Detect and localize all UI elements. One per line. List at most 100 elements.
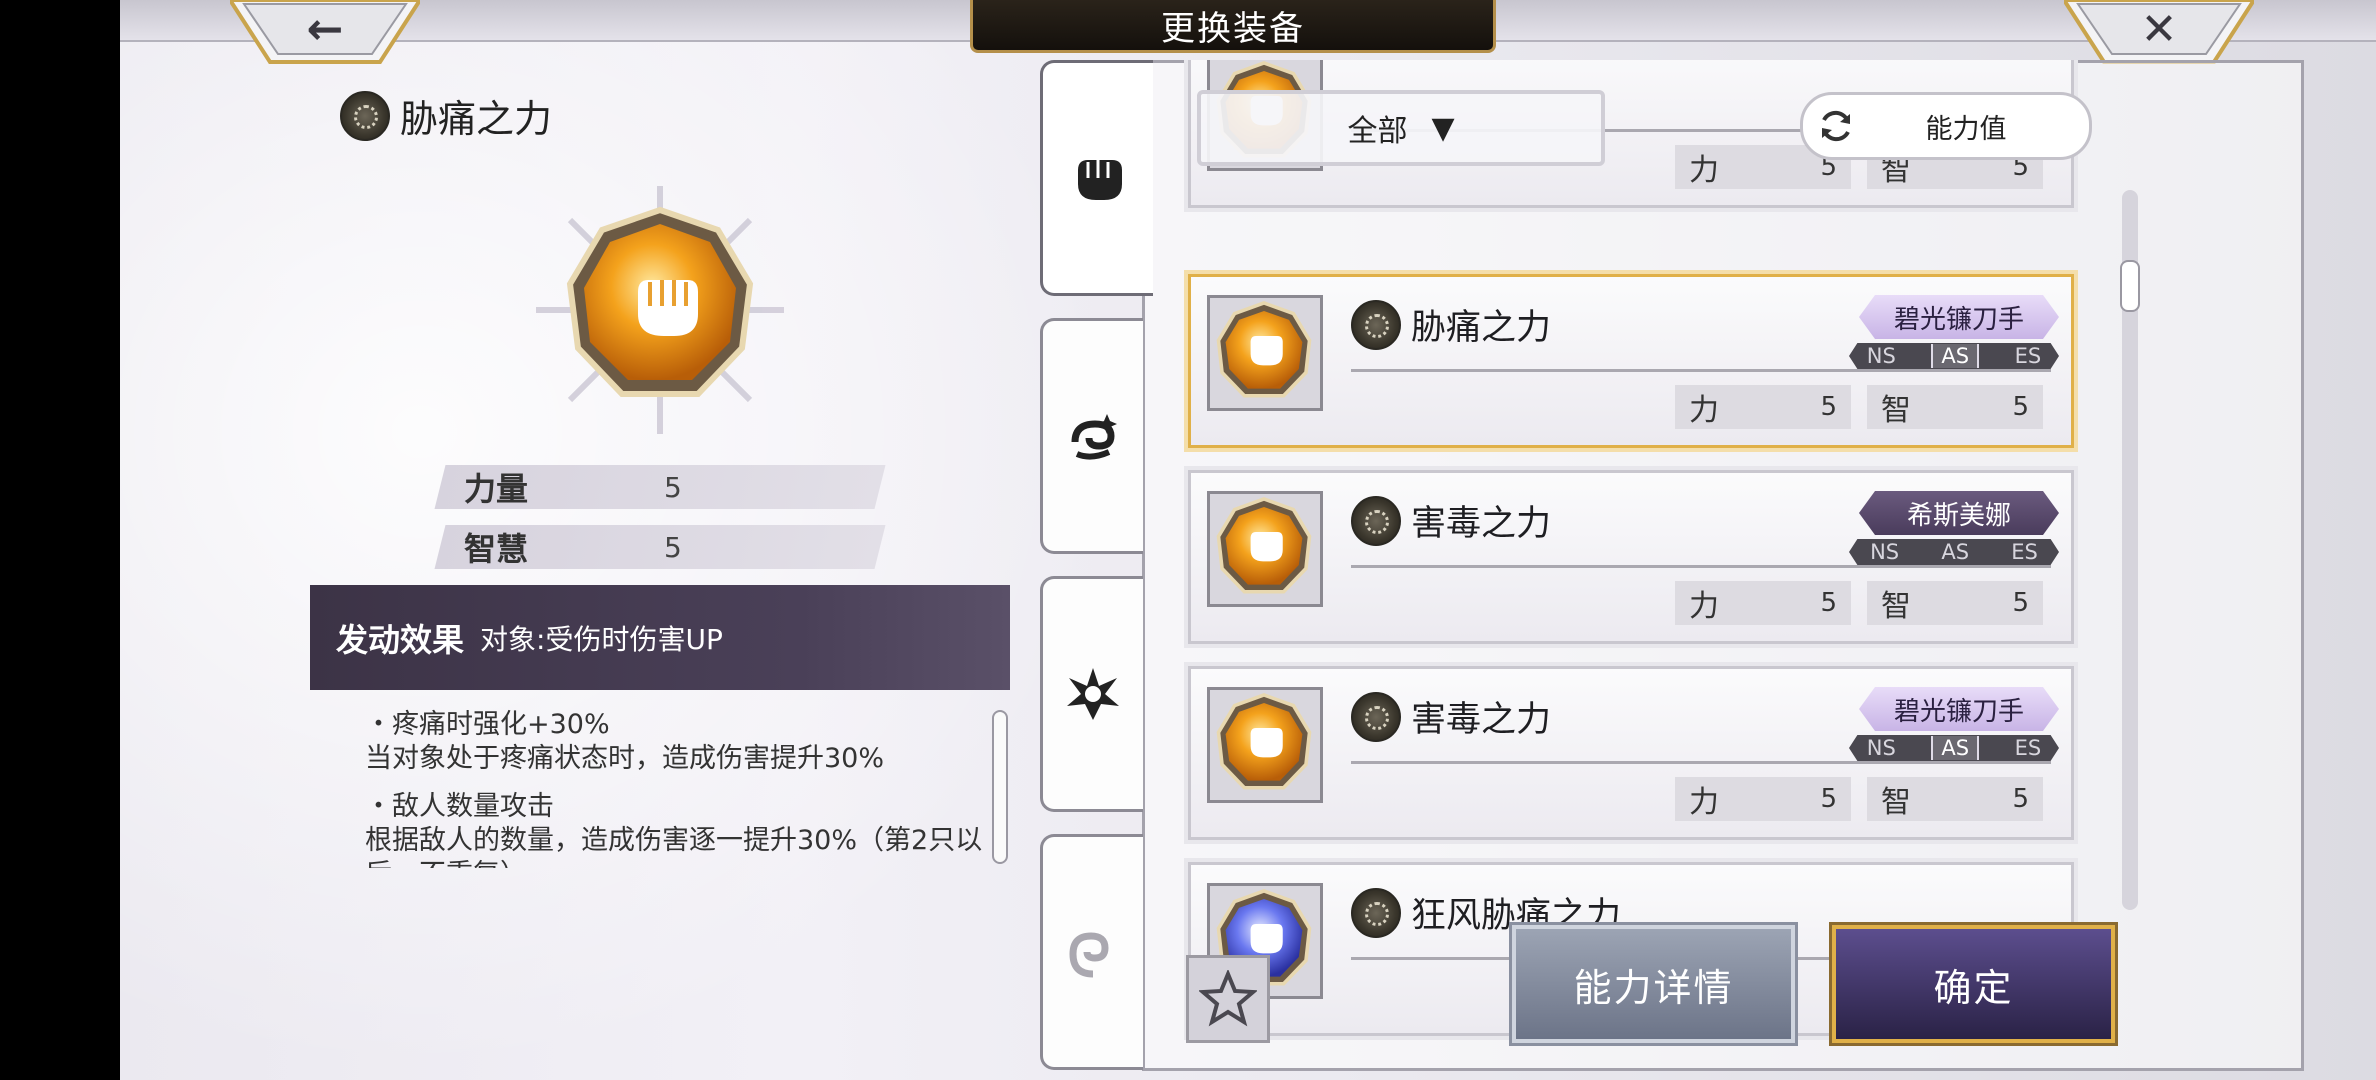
tab-swirl[interactable] [1040,318,1143,554]
favorite-button[interactable] [1186,955,1270,1043]
stat-power-row: 力量 5 [434,465,886,509]
ability-detail-button[interactable]: 能力详情 [1509,922,1798,1046]
power-label: 力 [1689,589,1719,624]
refresh-icon [1809,99,1863,153]
effect-title: ・敌人数量攻击 [365,791,554,822]
power-label: 力 [1689,785,1719,820]
item-name-row: 胁痛之力 [1351,299,1551,350]
equipment-title: 胁痛之力 [340,88,552,143]
emblem-icon [1351,299,1401,350]
stat-label: 力量 [464,470,529,508]
close-icon: ✕ [2140,3,2178,55]
power-value: 5 [1820,784,1837,814]
wisdom-stat: 智5 [1867,777,2043,821]
tab-burst[interactable] [1040,576,1143,812]
item-name: 胁痛之力 [1411,308,1552,348]
list-item-selected[interactable]: 胁痛之力 碧光镰刀手 NS AS ES 力5 智5 [1184,270,2078,452]
star-icon [1199,970,1257,1027]
effect-target: 对象:受伤时伤害UP [480,622,723,656]
effect-header: 发动效果 对象:受伤时伤害UP [310,585,1010,690]
tag-as-active: AS [1931,736,1980,760]
wisdom-label: 智 [1881,785,1911,820]
tag-ns: NS [1866,736,1896,760]
wisdom-stat: 智5 [1867,581,2043,625]
divider [1351,565,2051,568]
item-name-row: 害毒之力 [1351,691,1551,742]
effect-heading: 发动效果 [336,620,465,659]
tag-as: AS [1941,540,1970,564]
skill-tags: NS AS ES [1849,539,2059,565]
divider [1351,369,2051,372]
owner-badge: 碧光镰刀手 [1859,687,2059,731]
emblem-icon [1351,691,1401,742]
orange-gem-icon [1216,693,1312,790]
fist-icon [1078,160,1122,200]
power-stat: 力5 [1675,581,1851,625]
list-item[interactable]: 害毒之力 希斯美娜 NS AS ES 力5 智5 [1184,466,2078,648]
divider [1351,761,2051,764]
power-value: 5 [1820,588,1837,618]
wisdom-label: 智 [1881,393,1911,428]
effect-text: 根据敌人的数量，造成伤害逐一提升30%（第2只以后，不重复） [365,825,983,868]
list-item[interactable]: 害毒之力 碧光镰刀手 NS AS ES 力5 智5 [1184,662,2078,844]
item-name: 害毒之力 [1411,700,1552,740]
effect-text: 当对象处于疼痛状态时，造成伤害提升30% [365,743,885,774]
wisdom-stat: 智5 [1867,385,2043,429]
wisdom-label: 智 [1881,589,1911,624]
emblem-icon [340,90,390,141]
stat-label: 智慧 [464,530,529,568]
wind-icon [1069,932,1109,978]
equipment-name: 胁痛之力 [400,97,553,141]
power-stat: 力5 [1675,777,1851,821]
tab-fist[interactable] [1040,60,1153,296]
skill-tags: NS AS ES [1849,735,2059,761]
power-stat: 力5 [1675,385,1851,429]
stat-value: 5 [664,530,682,564]
filter-dropdown[interactable]: 全部 ▼ [1197,90,1605,166]
back-button[interactable]: ← [230,0,420,64]
sort-toggle[interactable]: 能力值 [1800,92,2092,160]
orange-gem-icon [1216,497,1312,594]
item-name-row: 害毒之力 [1351,495,1551,546]
effect-scrollbar[interactable] [992,710,1008,864]
stat-wisdom-row: 智慧 5 [434,525,886,569]
owner-badge: 碧光镰刀手 [1859,295,2059,339]
tag-ns: NS [1866,344,1896,368]
equipment-list[interactable]: NSASES 力5 智5 胁痛之力 碧光镰刀手 NSASES 力5 智5 害毒之… [1180,60,2200,1060]
effect-title: ・疼痛时强化+30% [365,709,610,740]
power-label: 力 [1689,393,1719,428]
effect-description[interactable]: ・疼痛时强化+30% 当对象处于疼痛状态时，造成伤害提升30% ・敌人数量攻击 根据… [365,708,985,868]
power-label: 力 [1689,153,1719,188]
chevron-down-icon: ▼ [1431,110,1455,146]
equipment-thumb [1207,687,1323,803]
burst-icon [1067,668,1119,720]
equipment-gem-icon [536,186,784,434]
tag-ns: NS [1870,540,1900,564]
orange-gem-icon [1216,301,1312,398]
stat-value: 5 [664,470,682,504]
wisdom-value: 5 [2012,588,2029,618]
emblem-icon [1351,887,1401,938]
emblem-icon [1351,495,1401,546]
owner-badge: 希斯美娜 [1859,491,2059,535]
filter-label: 全部 [1347,114,1408,149]
equipment-screen: ← 更换装备 ✕ 胁痛之力 力量 5 智慧 5 发动效果 对象:受伤时伤害UP [120,0,2376,1080]
item-name: 害毒之力 [1411,504,1552,544]
swirl-icon [1071,414,1117,460]
tag-es: ES [2011,540,2038,564]
tab-wind[interactable] [1040,834,1143,1070]
sort-label: 能力值 [1925,113,2007,145]
arrow-left-icon: ← [306,3,344,55]
tag-es: ES [2014,736,2042,760]
close-button[interactable]: ✕ [2064,0,2254,64]
screen-title: 更换装备 [970,0,1496,53]
confirm-button[interactable]: 确定 [1829,922,2118,1046]
equipment-thumb [1207,295,1323,411]
equipment-thumb [1207,491,1323,607]
skill-tags: NS AS ES [1849,343,2059,369]
wisdom-value: 5 [2012,784,2029,814]
tag-es: ES [2014,344,2042,368]
scrollbar-thumb[interactable] [2120,260,2140,312]
power-value: 5 [1820,392,1837,422]
list-scrollbar[interactable] [2120,190,2140,910]
